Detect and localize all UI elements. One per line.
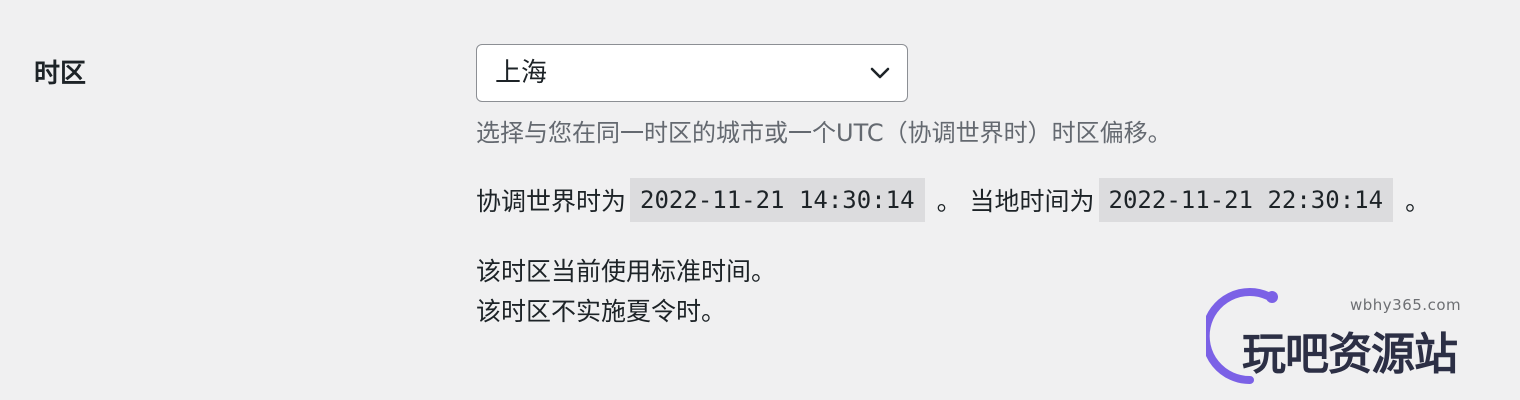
local-prefix: 。 当地时间为 [936, 187, 1095, 216]
utc-prefix: 协调世界时为 [476, 187, 627, 216]
watermark-logo: wbhy365.com 玩吧资源站 [1206, 288, 1506, 384]
time-end-punctuation: 。 [1405, 187, 1431, 216]
chevron-down-icon [870, 67, 890, 79]
standard-time-note: 该时区当前使用标准时间。 [476, 257, 777, 286]
timezone-select[interactable]: 上海 [476, 44, 908, 102]
utc-time: 2022-11-21 14:30:14 [630, 178, 925, 222]
dst-note: 该时区不实施夏令时。 [476, 297, 727, 326]
timezone-description: 选择与您在同一时区的城市或一个UTC（协调世界时）时区偏移。 [476, 119, 1172, 147]
watermark-domain: wbhy365.com [1350, 296, 1462, 314]
time-readout: 协调世界时为 2022-11-21 14:30:14 。 当地时间为 2022-… [476, 178, 1430, 222]
timezone-label: 时区 [34, 59, 87, 89]
timezone-select-value: 上海 [495, 58, 548, 88]
local-time: 2022-11-21 22:30:14 [1098, 178, 1394, 222]
watermark-text: 玩吧资源站 [1242, 329, 1458, 380]
